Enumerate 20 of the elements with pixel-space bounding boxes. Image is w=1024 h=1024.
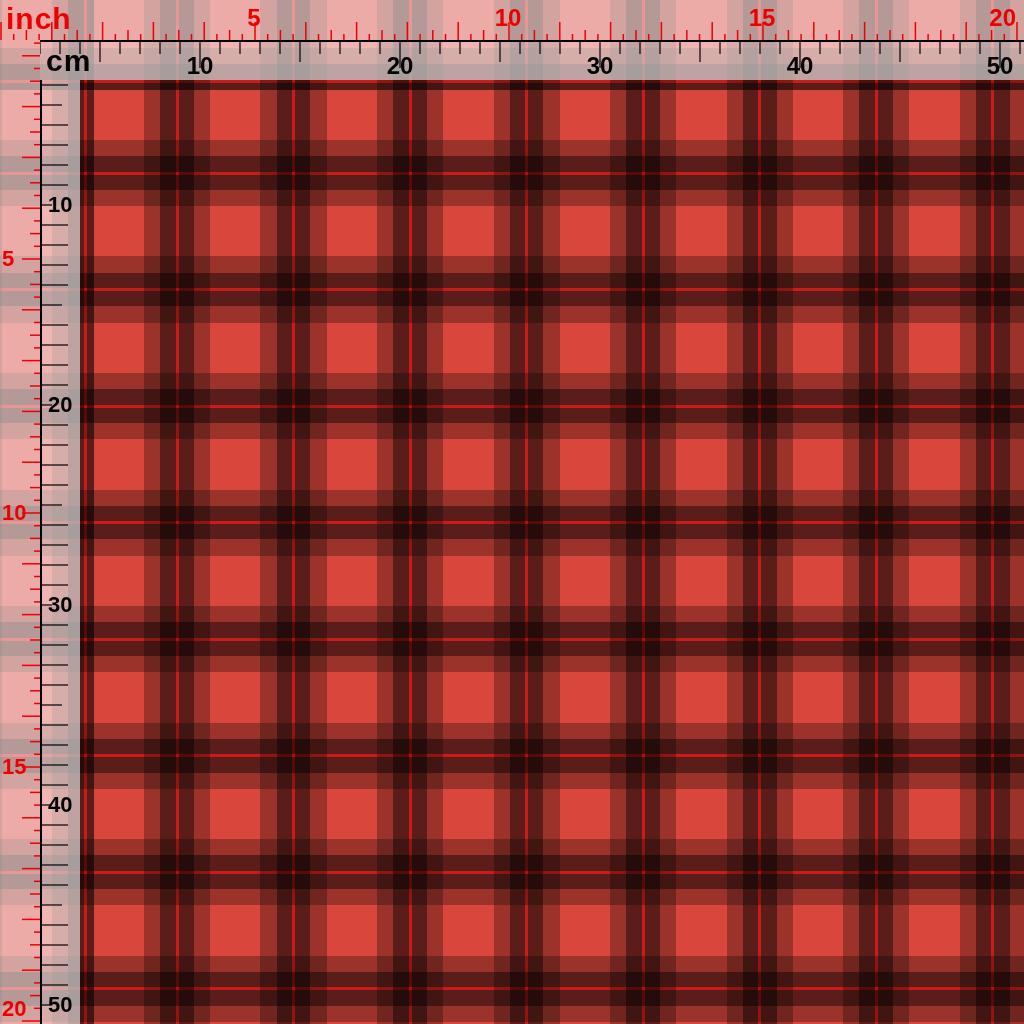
ruler-number: 50: [48, 993, 73, 1017]
ruler-number: 10: [494, 4, 522, 32]
ruler-number: 5: [247, 4, 261, 32]
ruler-number: 30: [586, 52, 614, 80]
unit-label: inch: [6, 2, 72, 36]
ruler-number: 20: [48, 393, 73, 417]
ruler-number: 10: [2, 501, 27, 525]
ruler-number: 15: [748, 4, 776, 32]
ruler-number: 15: [2, 755, 27, 779]
unit-label: cm: [46, 44, 92, 78]
ruler-number: 20: [386, 52, 414, 80]
ruler-number: 40: [48, 793, 73, 817]
ruler-number: 20: [989, 4, 1016, 32]
ruler-number: 10: [186, 52, 214, 80]
ruler-number: 50: [986, 52, 1014, 80]
ruler-number: 40: [786, 52, 814, 80]
ruler-number: 10: [48, 193, 73, 217]
ruler-number: 5: [2, 247, 15, 271]
ruler-number: 30: [48, 593, 73, 617]
ruler-number: 20: [2, 997, 27, 1021]
